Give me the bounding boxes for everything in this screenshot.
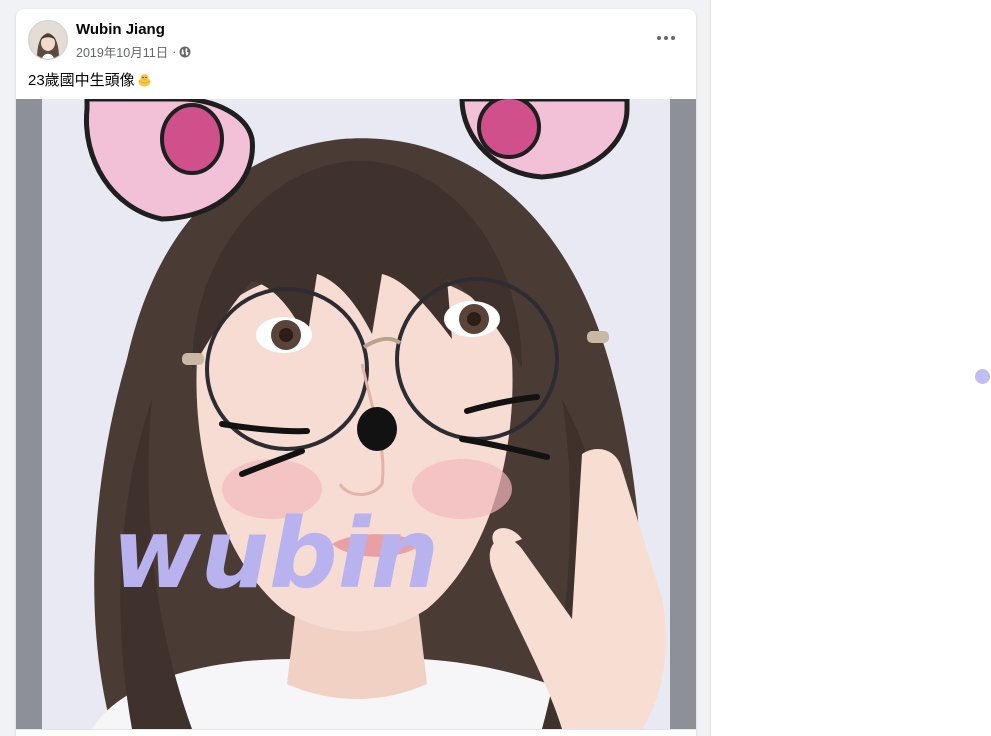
profile-photo-image: wubin	[42, 99, 670, 729]
post-caption: 23歲國中生頭像	[28, 72, 135, 89]
globe-icon[interactable]	[179, 46, 191, 58]
wubin-overlay-text: wubin	[112, 498, 439, 610]
post-meta: 2019年10月11日 ·	[76, 42, 191, 61]
meta-separator: ·	[172, 44, 177, 59]
page: Wubin Jiang 2019年10月11日 · 23歲國中生頭像 wubin	[0, 0, 991, 736]
post-card: Wubin Jiang 2019年10月11日 · 23歲國中生頭像 wubin	[16, 9, 696, 736]
girl-selfie-illustration: wubin	[42, 99, 670, 729]
post-photo[interactable]: wubin	[16, 99, 696, 729]
more-options-button[interactable]	[648, 23, 684, 51]
more-horizontal-icon	[656, 28, 676, 46]
feed-divider	[710, 0, 711, 736]
author-avatar[interactable]	[28, 20, 68, 60]
post-text: 23歲國中生頭像	[28, 69, 152, 90]
baby-chick-emoji-icon	[137, 72, 152, 87]
author-name[interactable]: Wubin Jiang	[76, 21, 165, 38]
post-header: Wubin Jiang 2019年10月11日 ·	[16, 9, 696, 65]
post-date[interactable]: 2019年10月11日	[76, 42, 168, 61]
carousel-indicator-dot[interactable]	[975, 369, 990, 384]
post-footer	[16, 729, 696, 736]
avatar-image	[29, 21, 67, 59]
